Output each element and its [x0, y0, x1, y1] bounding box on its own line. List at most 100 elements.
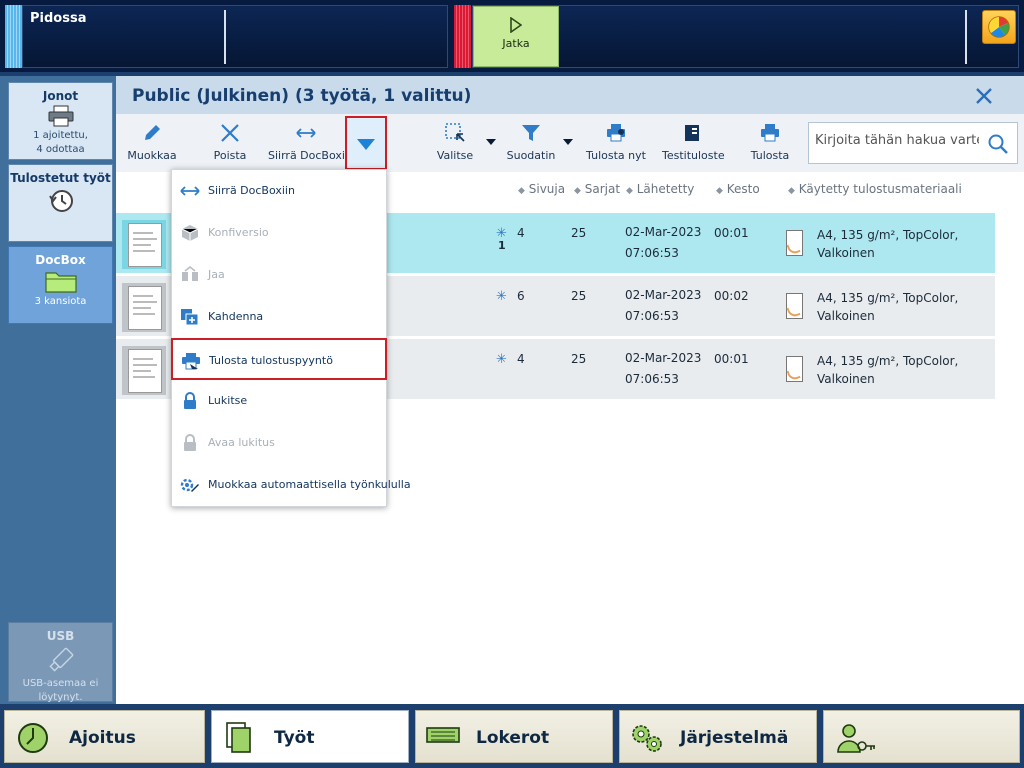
cell-pages: 6	[517, 289, 525, 303]
more-actions-menu: Siirrä DocBoxiin Konfiversio Jaa Kahdenn…	[171, 169, 411, 507]
job-status-icon: ✳	[496, 289, 507, 304]
menu-item-move-to-docbox[interactable]: Siirrä DocBoxiin	[172, 170, 386, 212]
title-bar: Public (Julkinen) (3 työtä, 1 valittu)	[116, 76, 1024, 114]
status-bar: Pidossa Jatka	[0, 0, 1024, 72]
bottom-navigation: Ajoitus Työt Lokerot Järjestelmä	[0, 704, 1024, 768]
sidebar-item-usb[interactable]: USB USB-asemaa ei löytynyt.	[8, 622, 113, 703]
search-input[interactable]	[815, 133, 979, 148]
tray-icon	[426, 727, 460, 743]
menu-item-label: Muokkaa automaattisella työnkululla	[208, 478, 411, 491]
printer-status-text: Pidossa	[30, 11, 87, 26]
usb-stick-icon	[48, 647, 73, 672]
move-to-docbox-button[interactable]: Siirrä DocBoxiin	[268, 114, 355, 172]
more-actions-dropdown-button[interactable]	[345, 116, 387, 170]
column-header-sent[interactable]: ◆ Lähetetty	[626, 182, 694, 196]
cell-sent-date: 02-Mar-2023	[625, 351, 702, 365]
print-request-icon	[182, 353, 200, 370]
x-delete-icon	[221, 124, 239, 142]
menu-item-duplicate[interactable]: Kahdenna	[172, 296, 386, 338]
sidebar-item-printed-jobs[interactable]: Tulostetut työt	[8, 164, 113, 242]
gears-icon	[632, 725, 662, 752]
nav-user-login[interactable]	[823, 710, 1020, 763]
documents-icon	[226, 722, 251, 753]
lock-icon	[184, 392, 196, 409]
filter-caret-icon[interactable]	[563, 139, 573, 145]
folder-icon	[44, 272, 77, 293]
auto-workflow-icon	[180, 478, 199, 492]
filter-button[interactable]: Suodatin	[506, 114, 556, 172]
sidebar-item-label: USB	[46, 629, 75, 643]
nav-system[interactable]: Järjestelmä	[619, 710, 817, 763]
split-icon	[182, 266, 198, 281]
delete-button[interactable]: Poista	[200, 114, 260, 172]
sort-icon: ◆	[788, 186, 795, 196]
cell-sent-time: 07:06:53	[625, 309, 679, 323]
search-box[interactable]	[808, 122, 1018, 164]
selection-icon	[445, 123, 465, 142]
move-button-label: Siirrä DocBoxiin	[268, 149, 355, 162]
sidebar-item-queues[interactable]: Jonot 1 ajoitettu, 4 odottaa	[8, 82, 113, 160]
chevron-down-icon	[357, 139, 375, 150]
sort-icon: ◆	[574, 186, 581, 196]
job-thumbnail	[122, 220, 166, 269]
printer-icon	[761, 124, 779, 142]
sidebar-item-docbox[interactable]: DocBox 3 kansiota	[8, 246, 113, 324]
menu-item-split: Jaa	[172, 254, 386, 296]
cell-sent-date: 02-Mar-2023	[625, 288, 702, 302]
sidebar-item-label: DocBox	[35, 253, 86, 267]
menu-item-unlock: Avaa lukitus	[172, 422, 386, 464]
delete-button-label: Poista	[213, 149, 247, 162]
menu-item-auto-workflow[interactable]: Muokkaa automaattisella työnkululla	[172, 464, 411, 506]
nav-schedule[interactable]: Ajoitus	[4, 710, 205, 763]
print-button[interactable]: Tulosta	[740, 114, 800, 172]
media-sheet-icon	[786, 293, 803, 319]
cell-sent-time: 07:06:53	[625, 372, 679, 386]
sort-icon: ◆	[716, 186, 723, 196]
column-header-pages[interactable]: ◆ Sivuja	[518, 182, 565, 196]
menu-item-lock[interactable]: Lukitse	[172, 380, 386, 422]
clock-icon	[18, 723, 48, 753]
cell-duration: 00:01	[714, 352, 749, 366]
menu-item-label: Konfiversio	[208, 226, 269, 239]
sort-icon: ◆	[626, 186, 633, 196]
nav-jobs[interactable]: Työt	[211, 710, 409, 763]
cell-pages: 4	[517, 352, 525, 366]
column-header-duration[interactable]: ◆ Kesto	[716, 182, 760, 196]
close-icon[interactable]	[974, 86, 994, 106]
menu-item-label: Avaa lukitus	[208, 436, 275, 449]
print-now-button[interactable]: Tulosta nyt	[586, 114, 646, 172]
proof-print-button[interactable]: Testituloste	[662, 114, 725, 172]
cell-sent-date: 02-Mar-2023	[625, 225, 702, 239]
sidebar-item-label: Jonot	[42, 89, 79, 103]
system-monitor-icon[interactable]	[982, 10, 1016, 44]
cell-copies-sub: 1	[498, 239, 506, 252]
proof-book-icon	[685, 125, 699, 141]
select-button[interactable]: Valitse	[430, 114, 480, 172]
column-header-media[interactable]: ◆ Käytetty tulostusmateriaali	[788, 182, 962, 196]
job-thumbnail	[122, 283, 166, 332]
unlock-icon	[184, 434, 196, 451]
menu-item-label: Kahdenna	[208, 310, 264, 323]
nav-trays[interactable]: Lokerot	[415, 710, 613, 763]
job-thumbnail	[122, 346, 166, 395]
proof-button-label: Testituloste	[662, 149, 725, 162]
resume-button[interactable]: Jatka	[473, 6, 559, 67]
select-caret-icon[interactable]	[486, 139, 496, 145]
job-status-icon: ✳	[496, 352, 507, 367]
menu-item-label: Jaa	[208, 268, 225, 281]
history-clock-icon	[48, 190, 73, 212]
printer-status-panel: Pidossa	[22, 5, 448, 68]
pencil-icon	[145, 125, 160, 140]
panel-divider	[965, 10, 967, 64]
search-icon[interactable]	[987, 133, 1009, 155]
cell-duration: 00:02	[714, 289, 749, 303]
column-header-sets[interactable]: ◆ Sarjat	[574, 182, 620, 196]
print-button-label: Tulosta	[750, 149, 790, 162]
cell-sets: 25	[571, 226, 587, 240]
menu-item-print-request[interactable]: Tulosta tulostuspyyntö	[171, 338, 387, 380]
cell-media-line1: A4, 135 g/m², TopColor,	[817, 228, 959, 242]
edit-button[interactable]: Muokkaa	[122, 114, 182, 172]
usb-status-line1: USB-asemaa ei	[22, 678, 99, 689]
cell-media-line2: Valkoinen	[817, 372, 875, 386]
sort-icon: ◆	[518, 186, 525, 196]
